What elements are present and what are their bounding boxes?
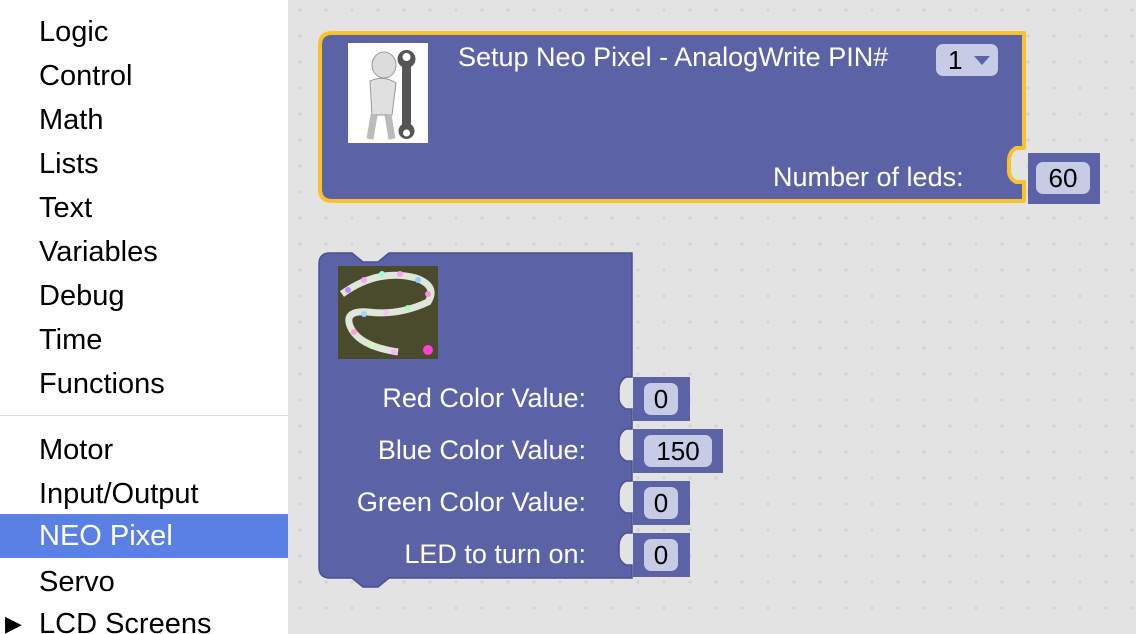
toolbox-separator xyxy=(0,415,288,416)
toolbox-item-debug[interactable]: Debug xyxy=(0,274,288,318)
blue-value-field[interactable]: 150 xyxy=(644,435,712,467)
toolbox-item-variables[interactable]: Variables xyxy=(0,230,288,274)
led-number-label: LED to turn on: xyxy=(404,539,586,569)
toolbox-item-neo-pixel[interactable]: NEO Pixel xyxy=(0,514,288,558)
red-value-label: Red Color Value: xyxy=(382,383,586,413)
green-value-field[interactable]: 0 xyxy=(644,487,678,519)
toolbox-item-control[interactable]: Control xyxy=(0,54,288,98)
toolbox-item-input-output[interactable]: Input/Output xyxy=(0,472,288,516)
workspace[interactable]: Setup Neo Pixel - AnalogWrite PIN# 1 Num… xyxy=(288,0,1136,634)
led-number-field[interactable]: 0 xyxy=(644,539,678,571)
toolbox-item-motor[interactable]: Motor xyxy=(0,428,288,472)
toolbox: Logic Control Math Lists Text Variables … xyxy=(0,0,288,634)
toolbox-item-servo[interactable]: Servo xyxy=(0,560,288,604)
toolbox-item-math[interactable]: Math xyxy=(0,98,288,142)
triangle-right-icon[interactable]: ▶ xyxy=(5,602,22,634)
led-strip-photo xyxy=(338,266,438,359)
toolbox-item-label: LCD Screens xyxy=(39,608,212,634)
toolbox-item-lcd-screens[interactable]: ▶ LCD Screens xyxy=(0,602,288,634)
blue-value-label: Blue Color Value: xyxy=(377,435,586,465)
toolbox-item-functions[interactable]: Functions xyxy=(0,362,288,406)
green-value-label: Green Color Value: xyxy=(356,487,586,517)
toolbox-item-logic[interactable]: Logic xyxy=(0,10,288,54)
toolbox-item-lists[interactable]: Lists xyxy=(0,142,288,186)
red-value-field[interactable]: 0 xyxy=(644,383,678,415)
toolbox-item-time[interactable]: Time xyxy=(0,318,288,362)
toolbox-item-text[interactable]: Text xyxy=(0,186,288,230)
